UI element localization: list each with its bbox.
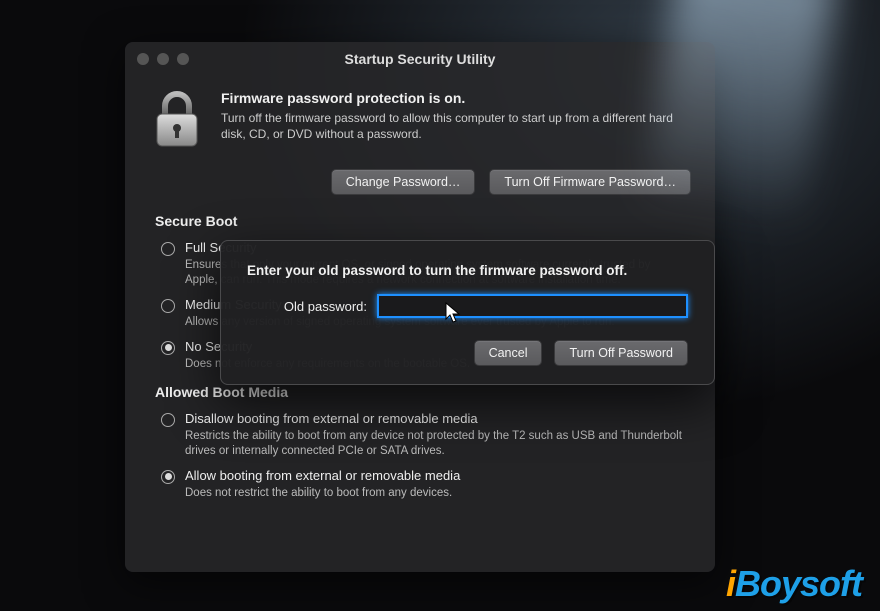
traffic-lights (137, 53, 189, 65)
radio-icon (161, 470, 175, 484)
boot-media-option-allow[interactable]: Allow booting from external or removable… (155, 465, 685, 486)
option-label: Disallow booting from external or remova… (185, 411, 478, 426)
option-desc: Restricts the ability to boot from any d… (185, 429, 685, 459)
boot-media-section: Allowed Boot Media Disallow booting from… (125, 380, 715, 509)
radio-icon (161, 341, 175, 355)
watermark: iBoysoft (726, 563, 862, 605)
secure-boot-heading: Secure Boot (155, 213, 685, 229)
cancel-button[interactable]: Cancel (474, 340, 543, 366)
change-password-button[interactable]: Change Password… (331, 169, 476, 195)
turn-off-password-button[interactable]: Turn Off Password (554, 340, 688, 366)
close-dot[interactable] (137, 53, 149, 65)
zoom-dot[interactable] (177, 53, 189, 65)
titlebar: Startup Security Utility (125, 42, 715, 76)
header-title: Firmware password protection is on. (221, 90, 689, 106)
radio-icon (161, 299, 175, 313)
radio-icon (161, 242, 175, 256)
lock-icon (151, 90, 203, 155)
minimize-dot[interactable] (157, 53, 169, 65)
boot-media-option-disallow[interactable]: Disallow booting from external or remova… (155, 408, 685, 429)
option-desc: Does not restrict the ability to boot fr… (185, 486, 685, 501)
sheet-title: Enter your old password to turn the firm… (247, 263, 688, 278)
password-sheet: Enter your old password to turn the firm… (220, 240, 715, 385)
window-title: Startup Security Utility (125, 51, 715, 67)
radio-icon (161, 413, 175, 427)
option-label: Allow booting from external or removable… (185, 468, 460, 483)
screen-glare (643, 0, 838, 230)
old-password-label: Old password: (247, 299, 367, 314)
old-password-input[interactable] (377, 294, 688, 318)
header-desc: Turn off the firmware password to allow … (221, 110, 689, 142)
boot-media-heading: Allowed Boot Media (155, 384, 685, 400)
